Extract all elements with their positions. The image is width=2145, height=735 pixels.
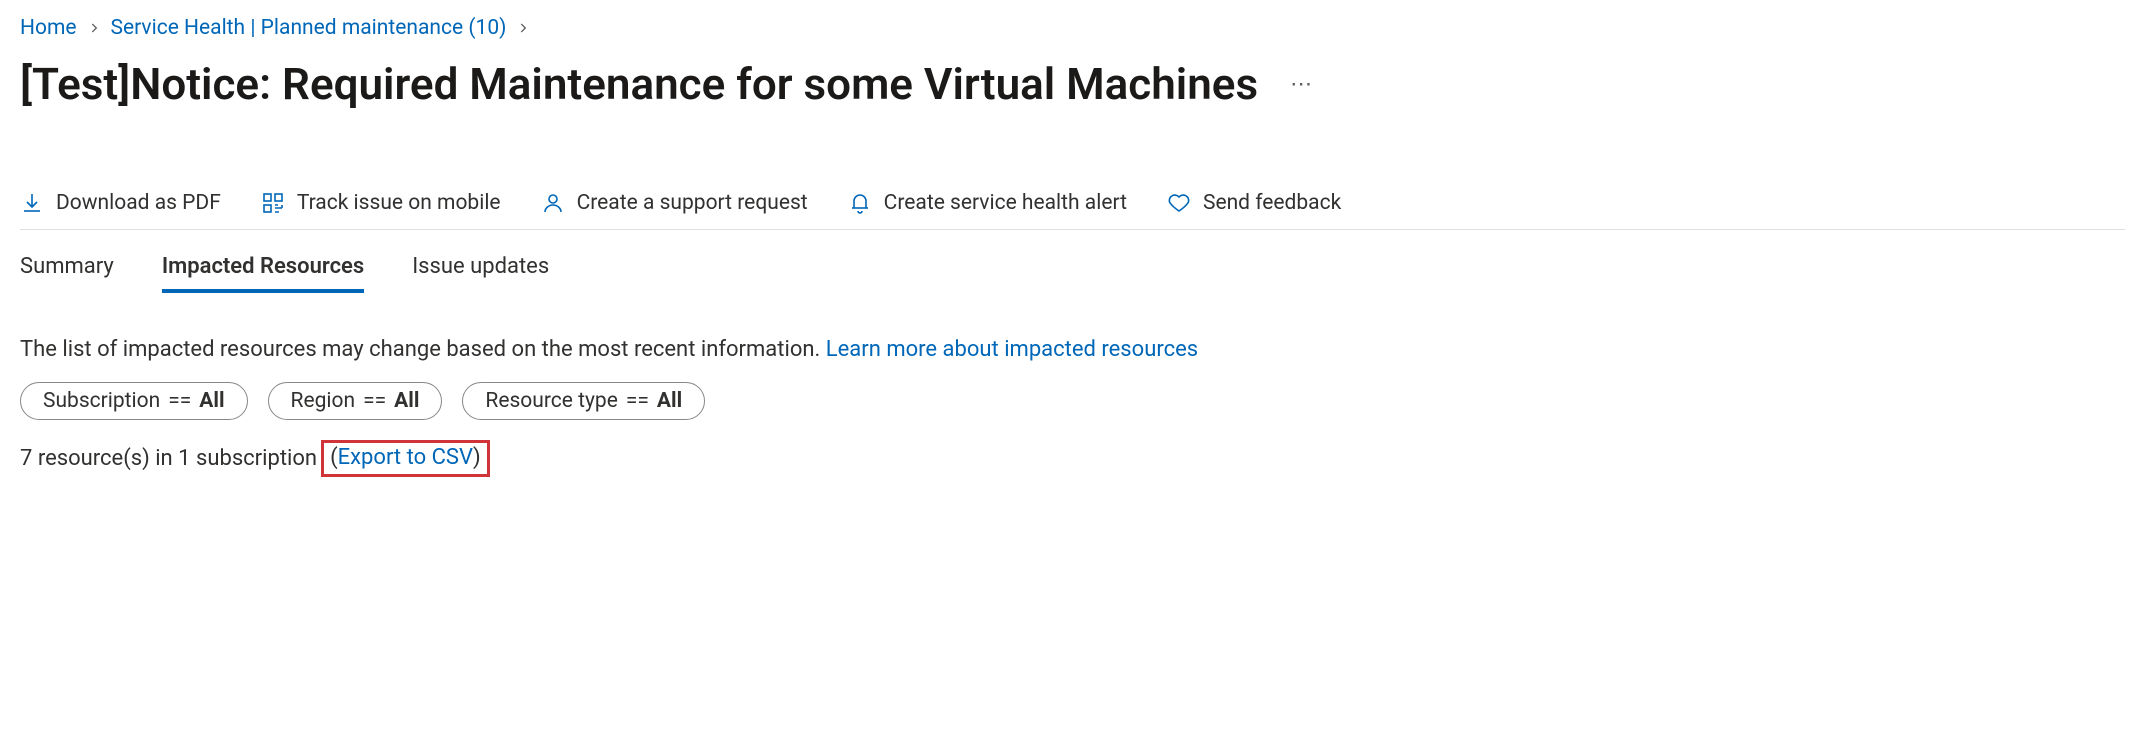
toolbar-label: Create service health alert [884,191,1127,215]
filter-value: All [199,389,224,413]
title-row: [Test]Notice: Required Maintenance for s… [20,58,2125,111]
filter-operator: == [168,389,191,413]
filter-resource-type[interactable]: Resource type == All [462,382,705,420]
filter-operator: == [626,389,649,413]
chevron-right-icon [87,21,101,35]
track-mobile-button[interactable]: Track issue on mobile [261,191,501,215]
filter-value: All [657,389,682,413]
learn-more-link[interactable]: Learn more about impacted resources [826,337,1198,362]
toolbar-label: Track issue on mobile [297,191,501,215]
filter-operator: == [363,389,386,413]
paren-close: ) [473,445,481,470]
feedback-button[interactable]: Send feedback [1167,191,1341,215]
page-title: [Test]Notice: Required Maintenance for s… [20,58,1258,111]
tab-summary[interactable]: Summary [20,248,114,293]
health-alert-button[interactable]: Create service health alert [848,191,1127,215]
person-icon [541,191,565,215]
toolbar: Download as PDF Track issue on mobile Cr… [20,191,2125,230]
resource-count-text: 7 resource(s) in 1 subscription [20,446,317,471]
tab-issue-updates[interactable]: Issue updates [412,248,549,293]
chevron-right-icon [516,21,530,35]
download-icon [20,191,44,215]
filter-value: All [394,389,419,413]
filter-label: Resource type [485,389,617,413]
tabs: Summary Impacted Resources Issue updates [20,248,2125,293]
resource-summary: 7 resource(s) in 1 subscription ( Export… [20,440,2125,477]
download-pdf-button[interactable]: Download as PDF [20,191,221,215]
filter-bar: Subscription == All Region == All Resour… [20,382,2125,420]
filter-label: Region [291,389,356,413]
tab-impacted-resources[interactable]: Impacted Resources [162,248,364,293]
filter-subscription[interactable]: Subscription == All [20,382,248,420]
toolbar-label: Send feedback [1203,191,1341,215]
export-csv-link[interactable]: Export to CSV [338,445,473,470]
filter-label: Subscription [43,389,160,413]
support-request-button[interactable]: Create a support request [541,191,808,215]
breadcrumb-service-health[interactable]: Service Health | Planned maintenance (10… [111,16,507,40]
info-text: The list of impacted resources may chang… [20,337,826,362]
bell-icon [848,191,872,215]
toolbar-label: Create a support request [577,191,808,215]
heart-icon [1167,191,1191,215]
toolbar-label: Download as PDF [56,191,221,215]
breadcrumb-home[interactable]: Home [20,16,77,40]
breadcrumb: Home Service Health | Planned maintenanc… [20,16,2125,40]
more-actions-button[interactable]: ⋯ [1282,68,1321,101]
paren-open: ( [330,445,338,470]
filter-region[interactable]: Region == All [268,382,443,420]
info-line: The list of impacted resources may chang… [20,337,2125,362]
export-csv-highlight: ( Export to CSV ) [321,440,490,477]
qr-code-icon [261,191,285,215]
